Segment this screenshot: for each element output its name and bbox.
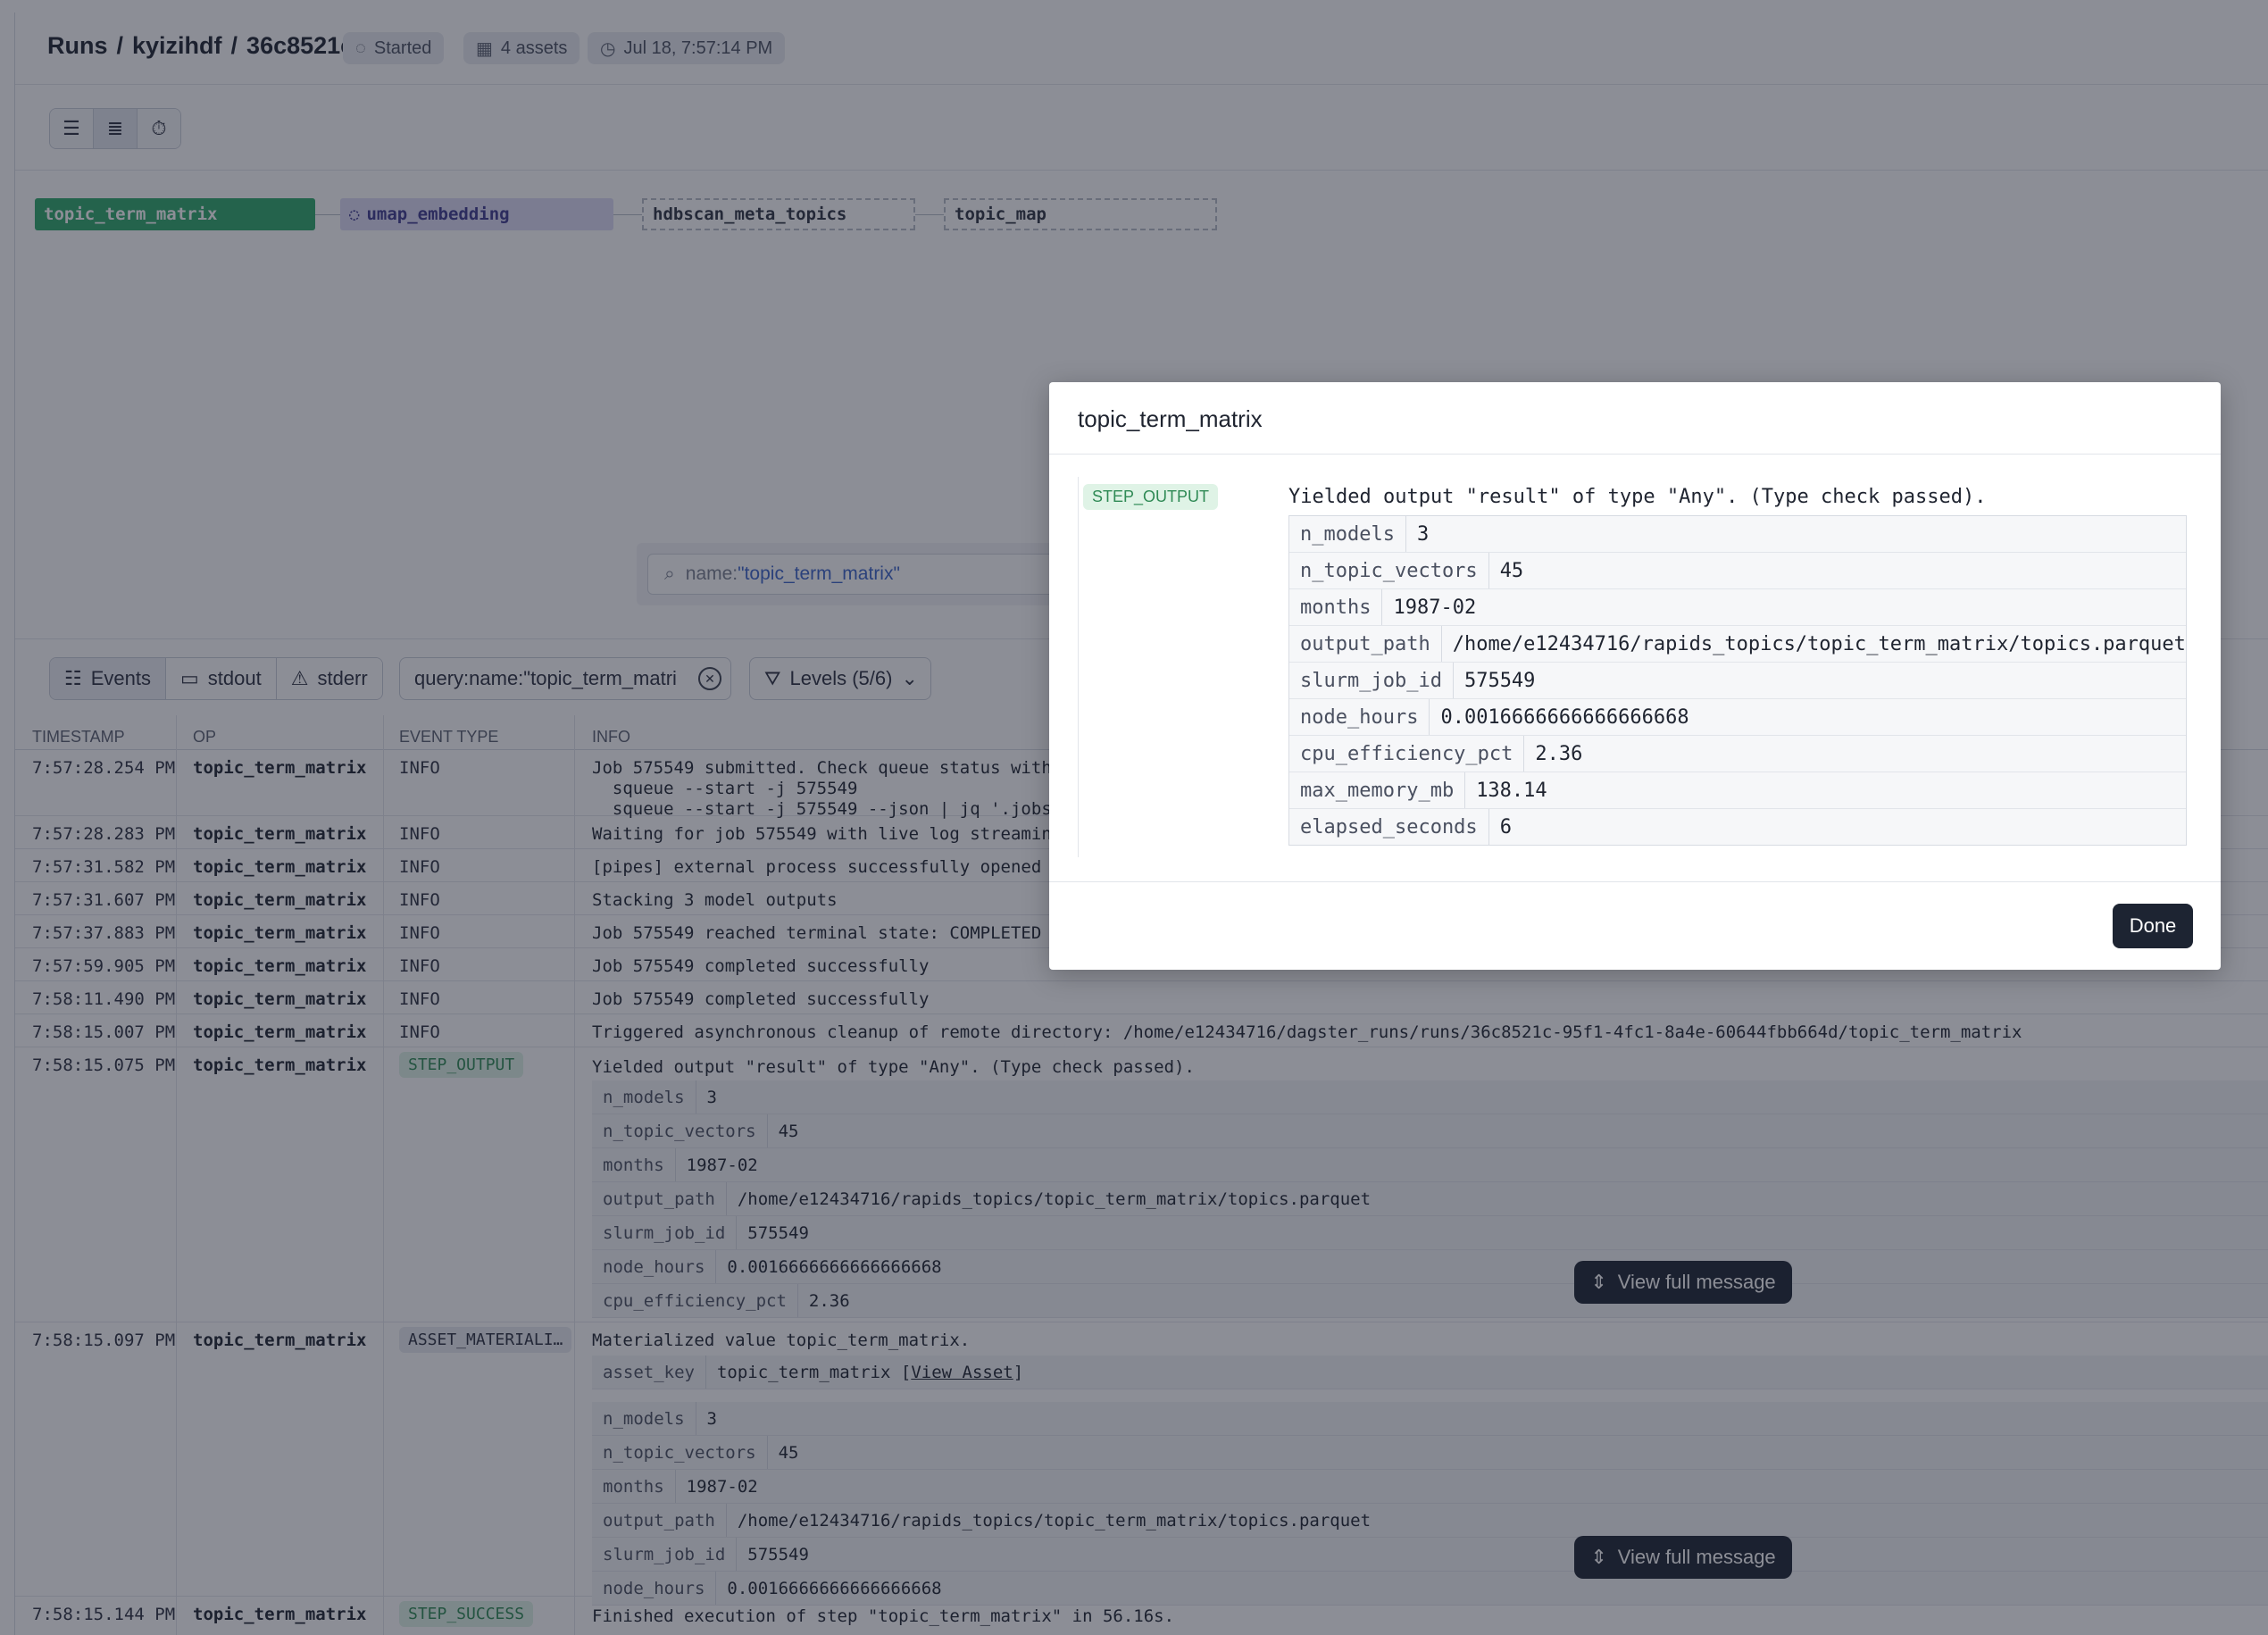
metadata-value: 45 bbox=[1499, 559, 1524, 582]
dialog-divider bbox=[1049, 454, 2221, 455]
metadata-key: cpu_efficiency_pct bbox=[1289, 736, 1525, 772]
metadata-key: slurm_job_id bbox=[1289, 663, 1454, 698]
metadata-key: max_memory_mb bbox=[1289, 772, 1466, 808]
metadata-value: 1987-02 bbox=[1393, 596, 1477, 619]
metadata-value: 6 bbox=[1499, 815, 1512, 838]
dialog-footer-divider bbox=[1049, 881, 2221, 882]
metadata-value: /home/e12434716/rapids_topics/topic_term… bbox=[1452, 632, 2186, 655]
dialog-left-rule bbox=[1078, 477, 1079, 857]
metadata-key: elapsed_seconds bbox=[1289, 809, 1489, 845]
dialog-metadata-table: n_models 3 n_topic_vectors 45 months 1987-0… bbox=[1288, 515, 2187, 846]
metadata-key: output_path bbox=[1289, 626, 1442, 662]
metadata-value: 2.36 bbox=[1535, 742, 1583, 765]
metadata-value: 3 bbox=[1416, 522, 1430, 546]
metadata-value: 138.14 bbox=[1476, 779, 1547, 802]
metadata-key: node_hours bbox=[1289, 699, 1430, 735]
event-detail-dialog: topic_term_matrix STEP_OUTPUT Yielded ou… bbox=[1049, 382, 2221, 970]
event-type-tag: STEP_OUTPUT bbox=[1083, 484, 1219, 510]
done-button[interactable]: Done bbox=[2113, 904, 2193, 948]
metadata-value: 575549 bbox=[1463, 669, 1536, 692]
dialog-title: topic_term_matrix bbox=[1078, 405, 1263, 432]
dialog-message: Yielded output "result" of type "Any". (… bbox=[1288, 486, 1987, 508]
metadata-key: months bbox=[1289, 589, 1383, 625]
metadata-key: n_topic_vectors bbox=[1289, 553, 1489, 588]
metadata-value: 0.0016666666666666668 bbox=[1440, 705, 1689, 729]
metadata-key: n_models bbox=[1289, 516, 1406, 552]
